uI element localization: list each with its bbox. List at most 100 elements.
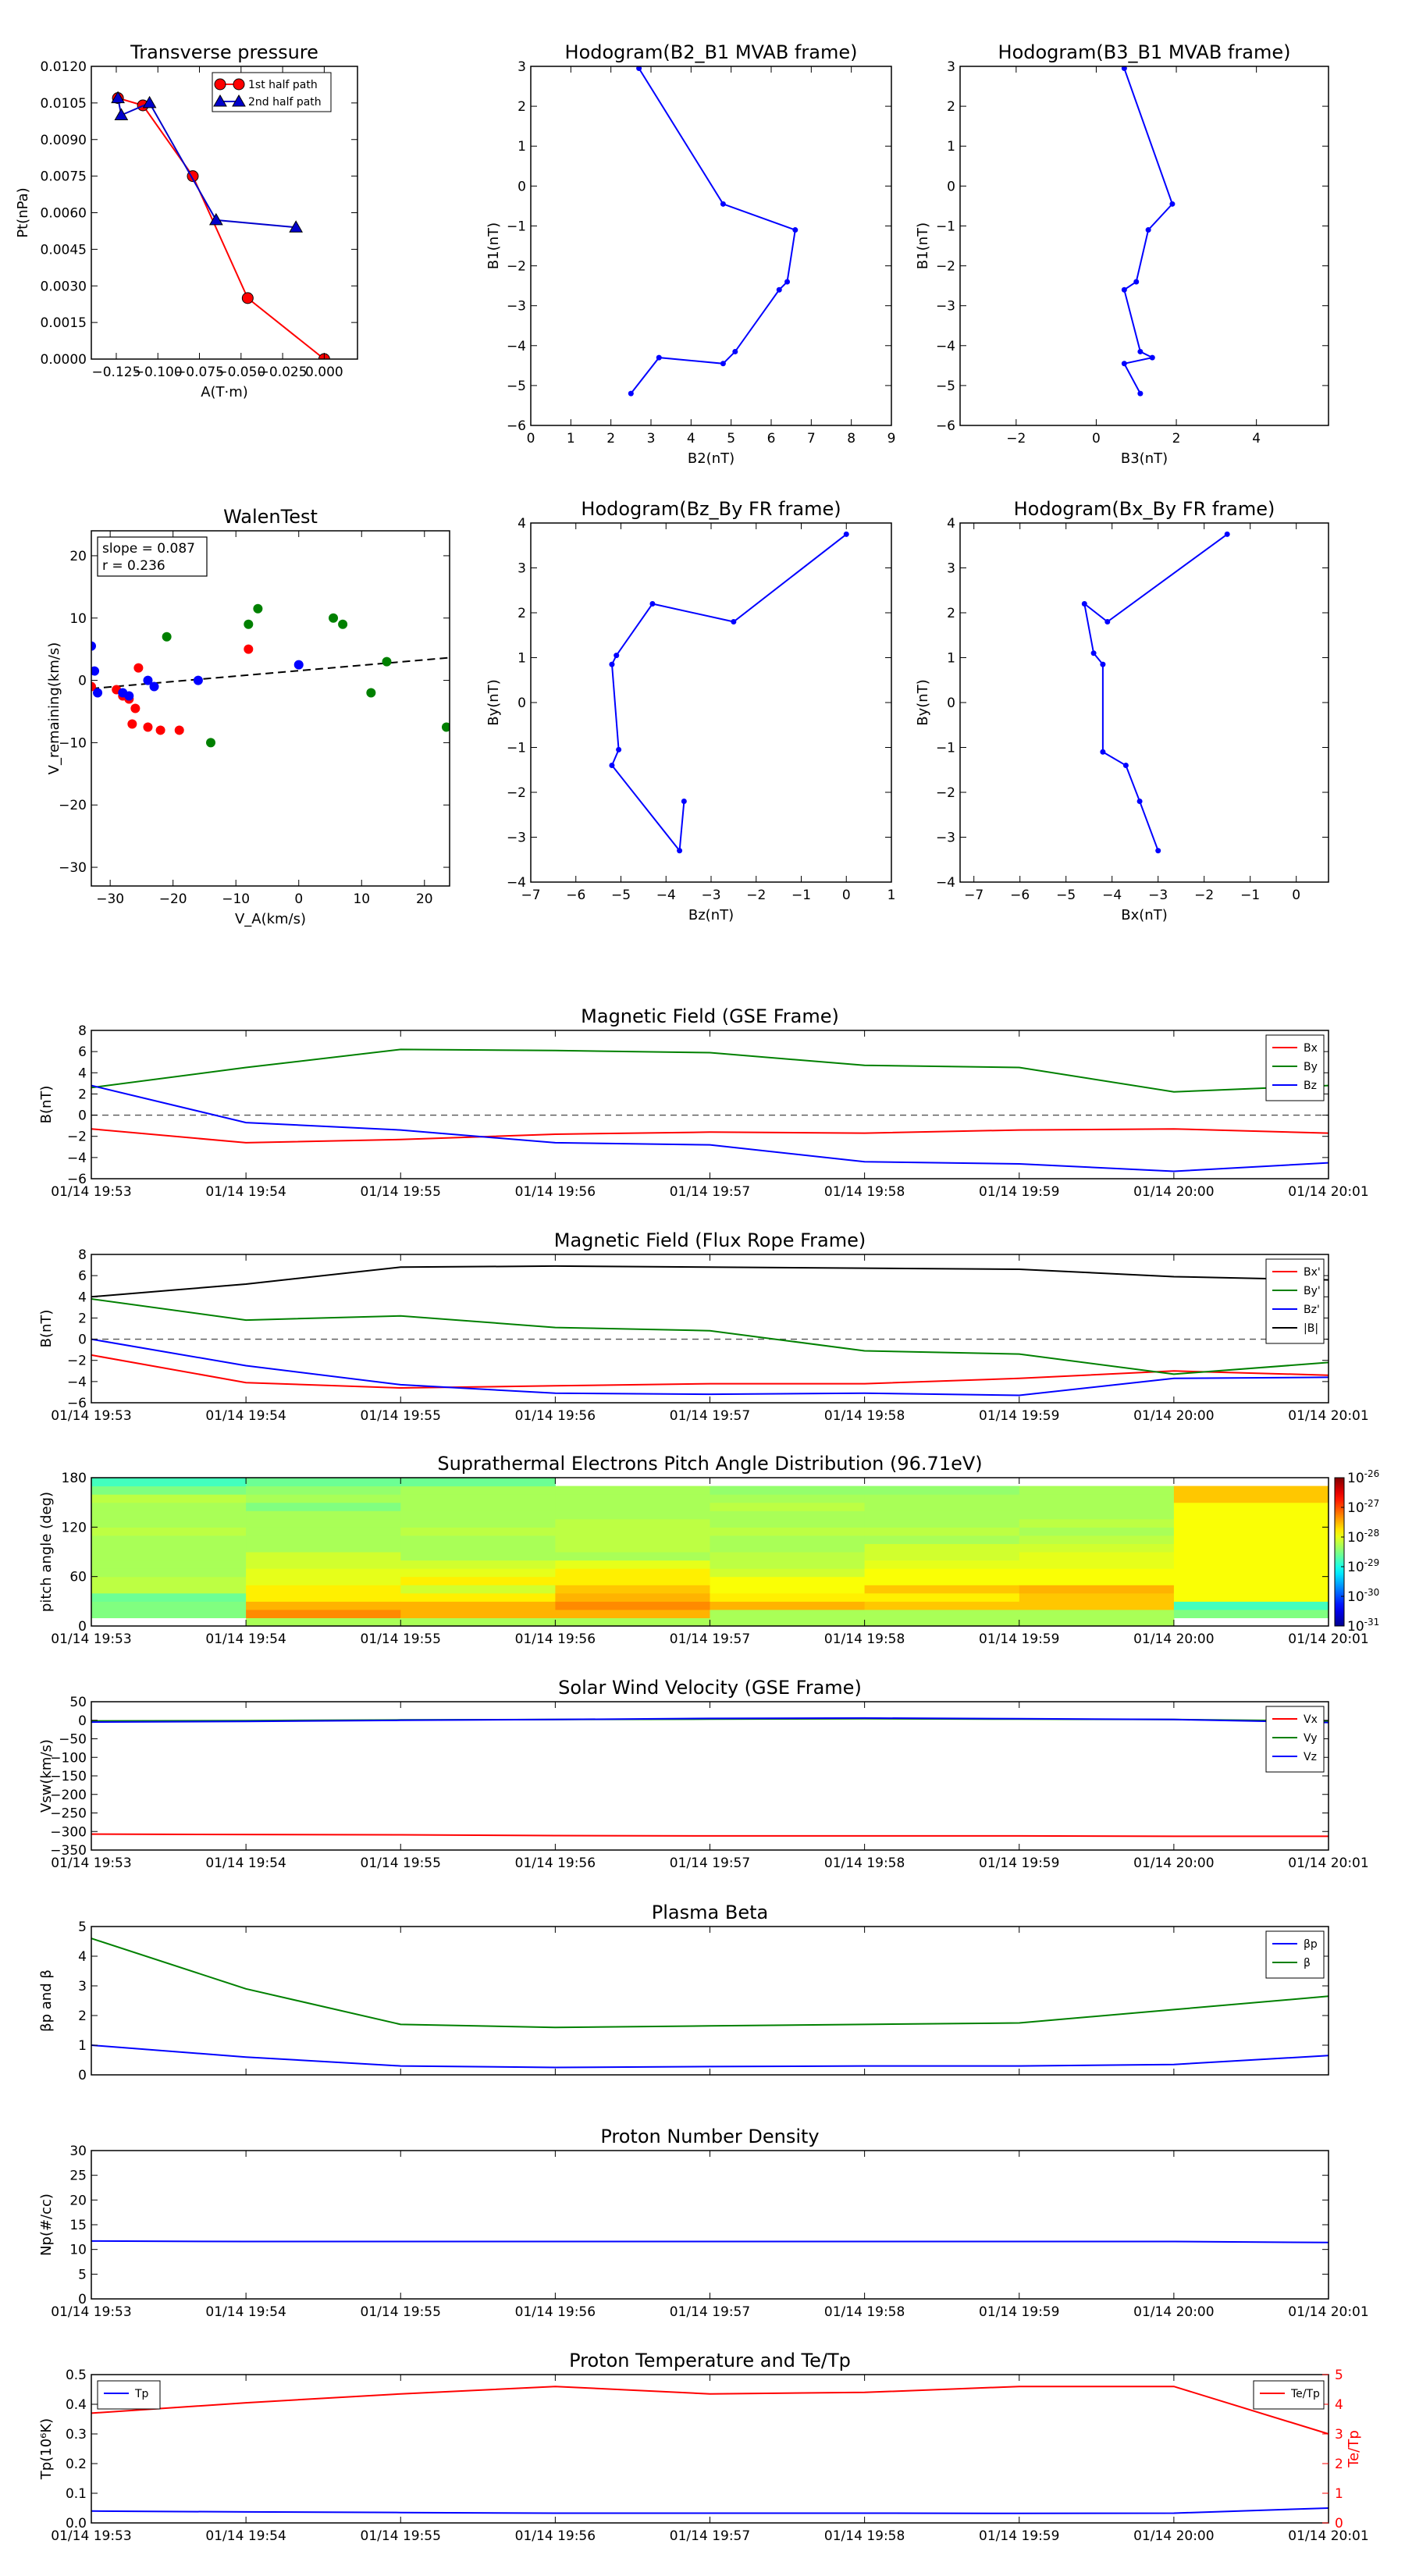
data-point bbox=[1155, 848, 1161, 854]
y-axis-label: Vsw(km/s) bbox=[38, 1739, 55, 1813]
y-tick-label: 0 bbox=[78, 1713, 87, 1729]
y-axis-label: V_remaining(km/s) bbox=[46, 642, 62, 775]
data-point bbox=[792, 227, 799, 233]
x-tick-label: 4 bbox=[687, 431, 695, 447]
heatmap-cell bbox=[864, 1617, 1020, 1627]
heatmap-cell bbox=[710, 1485, 866, 1495]
y-tick-label: 0.0120 bbox=[41, 59, 87, 75]
x-tick-label: 01/14 19:58 bbox=[824, 2528, 905, 2544]
y-tick-label: 60 bbox=[69, 1570, 87, 1585]
y-tick-label: −1 bbox=[936, 741, 955, 756]
legend: Bx By Bz bbox=[1265, 1034, 1325, 1101]
x-tick-label: 01/14 19:59 bbox=[979, 2528, 1059, 2544]
x-tick-label: 2 bbox=[1172, 431, 1181, 447]
heatmap-cell bbox=[555, 1576, 710, 1585]
x-tick-label: −5 bbox=[611, 888, 631, 903]
heatmap-cell bbox=[1019, 1552, 1175, 1561]
x-tick-label: 01/14 19:59 bbox=[979, 1856, 1059, 1871]
heatmap-cell bbox=[710, 1617, 866, 1627]
heatmap-cell bbox=[246, 1592, 401, 1602]
x-tick-label: 0.000 bbox=[305, 365, 343, 380]
x-tick-label: 01/14 19:57 bbox=[670, 2304, 750, 2320]
heatmap-cell bbox=[1019, 1617, 1175, 1627]
y-tick-label: 2 bbox=[78, 1087, 87, 1102]
y-tick-label: 0.3 bbox=[66, 2427, 87, 2443]
chart-title: Solar Wind Velocity (GSE Frame) bbox=[558, 1677, 862, 1699]
x-tick-label: 0 bbox=[527, 431, 535, 447]
data-point bbox=[133, 663, 144, 673]
x-tick-label: 01/14 19:54 bbox=[205, 1408, 286, 1424]
data-point bbox=[174, 725, 184, 735]
heatmap-cell bbox=[246, 1535, 401, 1544]
heatmap-cell bbox=[1173, 1592, 1329, 1602]
heatmap-cell bbox=[91, 1485, 247, 1495]
colorbar-bar bbox=[1334, 1477, 1345, 1627]
y-tick-label: 0 bbox=[947, 179, 955, 194]
data-point bbox=[609, 763, 615, 768]
x-tick-label: 01/14 19:58 bbox=[824, 1408, 905, 1424]
x-tick-label: −4 bbox=[656, 888, 676, 903]
y-tick-label: −4 bbox=[507, 875, 526, 891]
data-point bbox=[143, 722, 153, 732]
heatmap-cell bbox=[864, 1510, 1020, 1520]
legend-label: 1st half path bbox=[248, 79, 318, 91]
heatmap-cell bbox=[710, 1535, 866, 1544]
x-tick-label: 01/14 19:59 bbox=[979, 1631, 1059, 1647]
x-tick-label: 01/14 19:53 bbox=[51, 2304, 131, 2320]
x-tick-label: 01/14 20:01 bbox=[1288, 1856, 1368, 1871]
y-tick-label: 0 bbox=[947, 696, 955, 711]
legend-label: Bz bbox=[1304, 1080, 1317, 1092]
heatmap-cell bbox=[864, 1535, 1020, 1544]
x-tick-label: 01/14 19:54 bbox=[205, 2304, 286, 2320]
y-tick-label: 6 bbox=[78, 1044, 87, 1060]
x-tick-label: 4 bbox=[1252, 431, 1261, 447]
heatmap-cell bbox=[555, 1485, 710, 1495]
data-point bbox=[127, 719, 137, 729]
heatmap-cell bbox=[400, 1552, 556, 1561]
heatmap-cell bbox=[1019, 1560, 1175, 1569]
heatmap-cell bbox=[1019, 1585, 1175, 1594]
heatmap-cell bbox=[1019, 1527, 1175, 1536]
x-tick-label: 01/14 19:56 bbox=[515, 2304, 596, 2320]
heatmap-cell bbox=[400, 1617, 556, 1627]
y-tick-label: 2 bbox=[518, 606, 526, 621]
y-tick-label: −2 bbox=[507, 785, 526, 801]
heatmap-cell bbox=[246, 1527, 401, 1536]
colorbar-tick-exponent: -30 bbox=[1364, 1587, 1380, 1598]
heatmap-cell bbox=[91, 1585, 247, 1594]
x-tick-label: 1 bbox=[887, 888, 896, 903]
y-tick-label: 0.1 bbox=[66, 2486, 87, 2502]
y-tick-label: 20 bbox=[69, 2193, 87, 2208]
heatmap-cell bbox=[91, 1502, 247, 1511]
y-tick-label: 20 bbox=[69, 549, 87, 564]
y-tick-label: −3 bbox=[507, 299, 526, 315]
heatmap-cell bbox=[555, 1560, 710, 1569]
x-tick-label: 01/14 20:01 bbox=[1288, 1184, 1368, 1200]
y-tick-label: 2 bbox=[78, 1311, 87, 1326]
heatmap-cell bbox=[400, 1535, 556, 1544]
x-tick-label: −6 bbox=[1010, 888, 1030, 903]
heatmap-cell bbox=[710, 1576, 866, 1585]
y-tick-label: 6 bbox=[78, 1268, 87, 1284]
y-tick-label: 10 bbox=[69, 611, 87, 627]
legend: βp β bbox=[1265, 1930, 1325, 1979]
legend-label: 2nd half path bbox=[248, 96, 322, 109]
colorbar-tick-base: 10 bbox=[1347, 1500, 1364, 1516]
heatmap-cell bbox=[710, 1552, 866, 1561]
y-tick-label: 0.5 bbox=[66, 2368, 87, 2383]
y-tick-label: 1 bbox=[78, 2038, 87, 2054]
heatmap-cell bbox=[400, 1609, 556, 1618]
heatmap-cell bbox=[710, 1502, 866, 1511]
y-tick-label: 15 bbox=[69, 2218, 87, 2233]
x-tick-label: −0.025 bbox=[258, 365, 308, 380]
figure-canvas: −0.125−0.100−0.075−0.050−0.0250.0000.000… bbox=[0, 0, 1405, 2576]
data-point bbox=[843, 531, 849, 537]
x-tick-label: 01/14 20:00 bbox=[1133, 2304, 1214, 2320]
heatmap-cell bbox=[710, 1568, 866, 1578]
data-point bbox=[1122, 763, 1129, 768]
y-tick-label: 4 bbox=[518, 516, 526, 532]
data-point bbox=[628, 390, 634, 397]
heatmap-cell bbox=[400, 1494, 556, 1503]
heatmap-cell bbox=[710, 1560, 866, 1569]
heatmap-cell bbox=[710, 1510, 866, 1520]
